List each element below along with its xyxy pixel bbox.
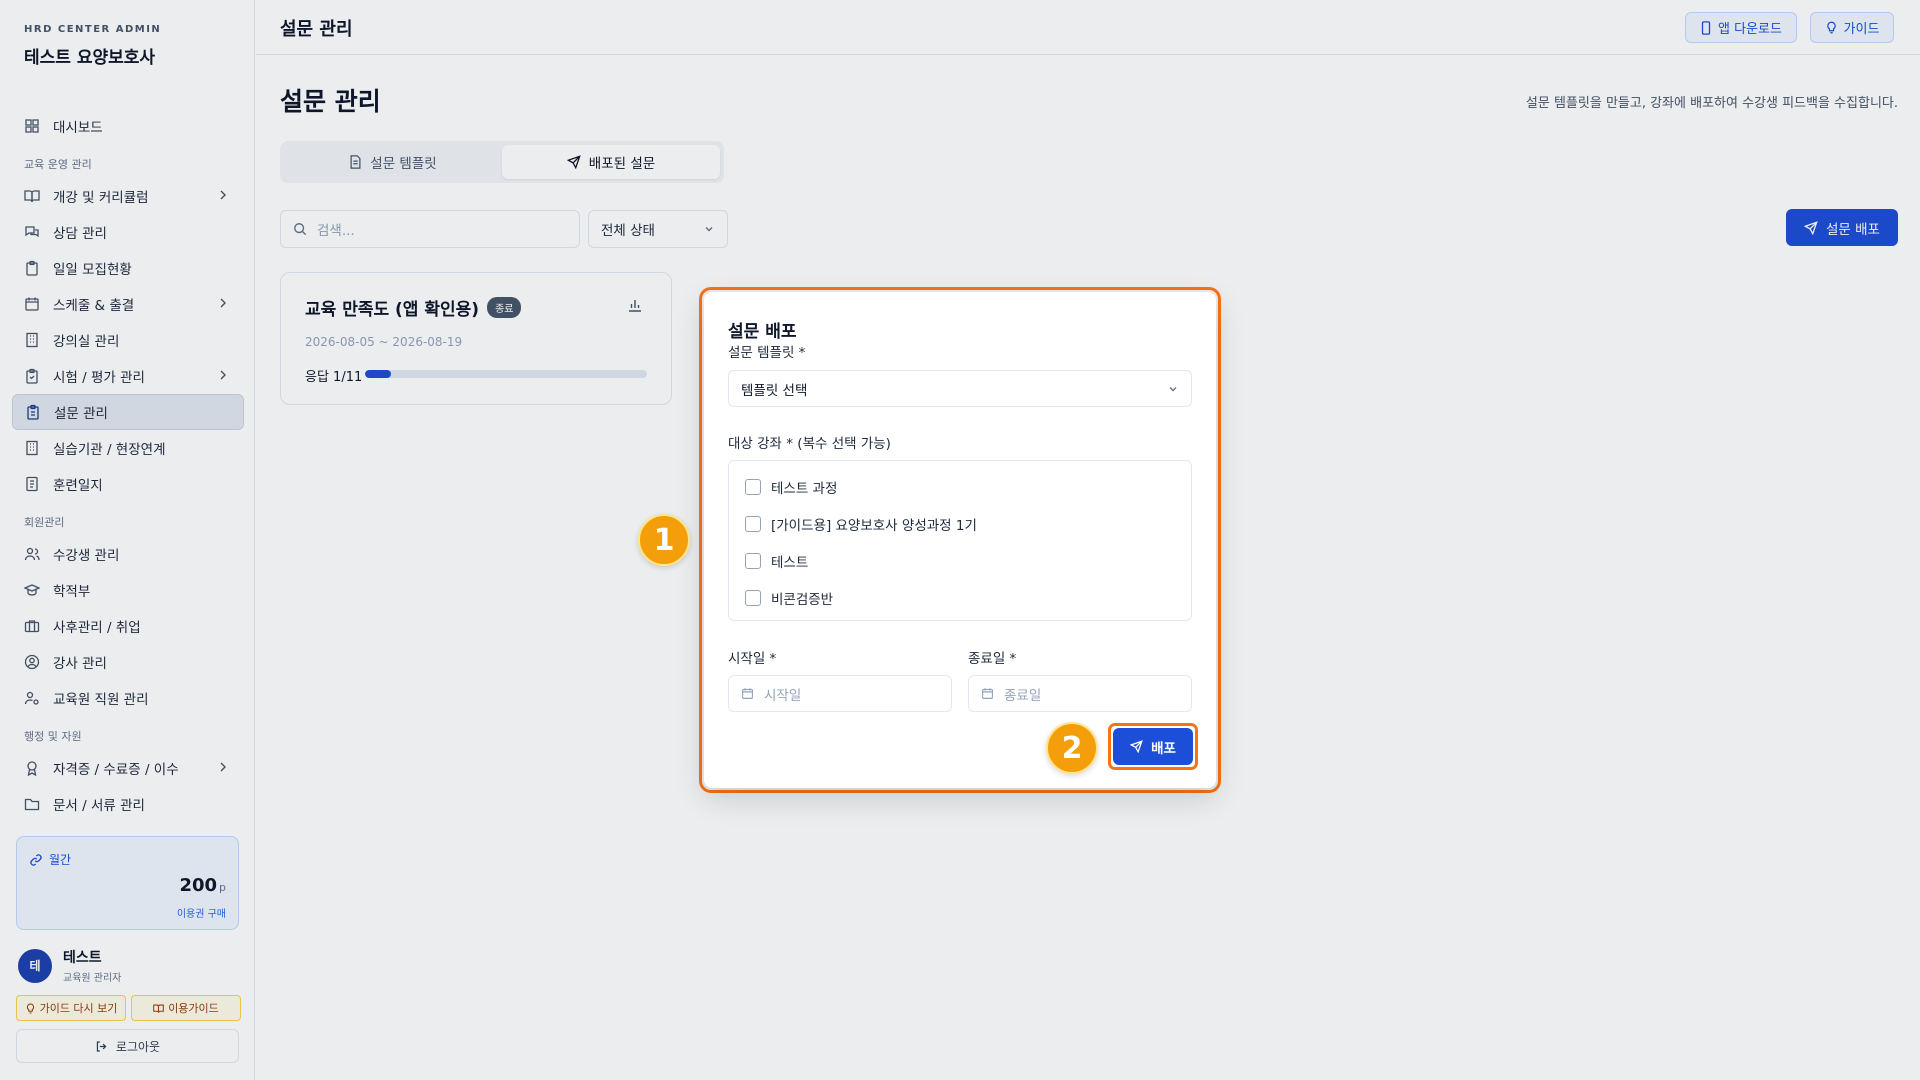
dialog-deploy-button[interactable]: 배포	[1113, 728, 1193, 765]
chevron-down-icon	[1169, 387, 1177, 392]
template-label: 설문 템플릿 *	[728, 345, 806, 361]
dialog-title: 설문 배포	[728, 322, 797, 342]
course-option[interactable]: 테스트	[745, 551, 808, 571]
course-checkbox-list: 테스트 과정 [가이드용] 요양보호사 양성과정 1기 테스트 비콘검증반	[728, 460, 1192, 621]
course-option[interactable]: 테스트 과정	[745, 477, 837, 497]
checkbox[interactable]	[745, 590, 761, 606]
step-marker-2: 2	[1046, 722, 1098, 774]
end-date-label: 종료일 *	[968, 651, 1017, 667]
checkbox[interactable]	[745, 479, 761, 495]
step-marker-1: 1	[638, 514, 690, 566]
checkbox[interactable]	[745, 553, 761, 569]
calendar-icon	[742, 688, 753, 699]
deploy-survey-dialog: 설문 배포 설문 템플릿 * 템플릿 선택 대상 강좌 * (복수 선택 가능)…	[704, 292, 1216, 788]
courses-label: 대상 강좌 * (복수 선택 가능)	[728, 436, 891, 452]
template-select[interactable]: 템플릿 선택	[728, 370, 1192, 407]
checkbox[interactable]	[745, 516, 761, 532]
calendar-icon	[982, 688, 993, 699]
start-date-label: 시작일 *	[728, 651, 777, 667]
send-icon	[1130, 740, 1143, 753]
start-date-input[interactable]: 시작일	[728, 675, 952, 712]
course-option[interactable]: 비콘검증반	[745, 588, 833, 608]
course-option[interactable]: [가이드용] 요양보호사 양성과정 1기	[745, 514, 977, 534]
end-date-input[interactable]: 종료일	[968, 675, 1192, 712]
